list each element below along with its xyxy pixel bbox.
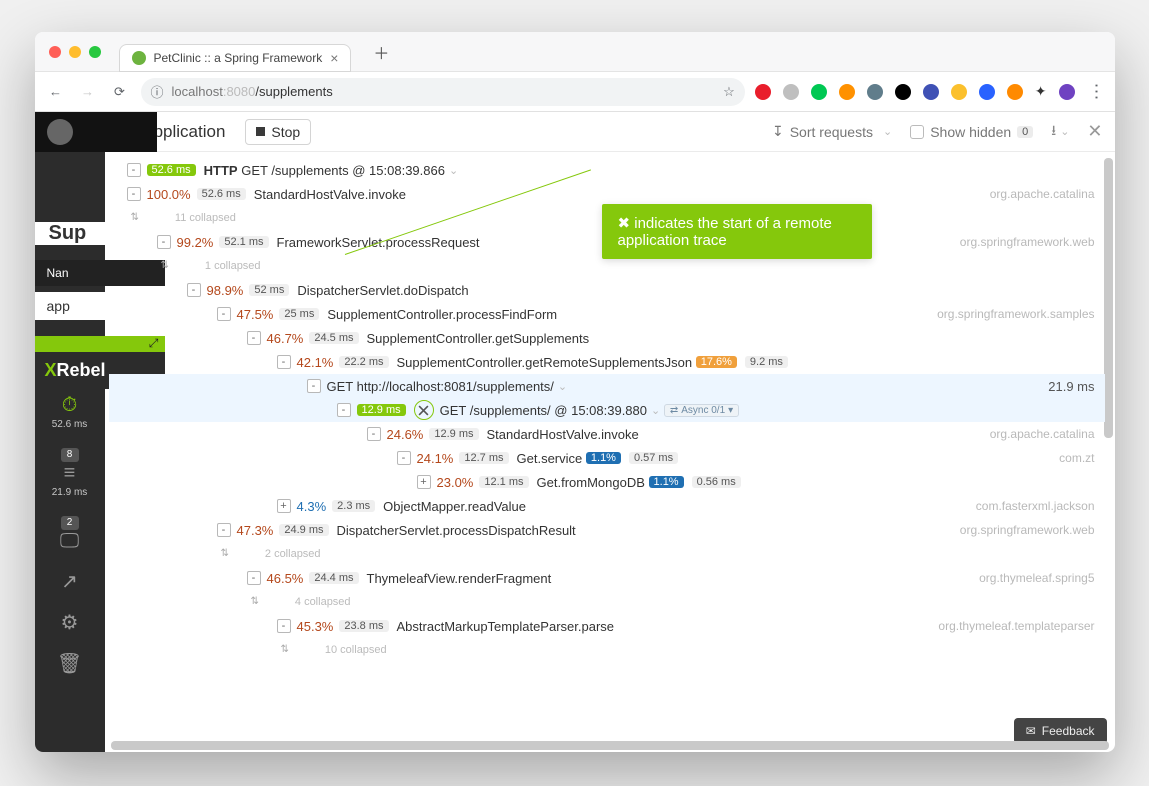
content-area: Sup Nan app ⤢ XRebel ⏱ 52.6 ms 8 ≡ 21.9 …	[35, 112, 1115, 752]
tab-title: PetClinic :: a Spring Framework	[154, 51, 323, 65]
extension-icon[interactable]	[839, 84, 855, 100]
trace-row[interactable]: - 24.6% 12.9 ms StandardHostValve.invoke…	[109, 422, 1105, 446]
mac-titlebar: PetClinic :: a Spring Framework × ＋	[35, 32, 1115, 72]
window-minimize-button[interactable]	[69, 46, 81, 58]
sidebar-item-sessions[interactable]: 2 🖵	[35, 506, 105, 561]
stop-button[interactable]: Stop	[245, 119, 311, 145]
traffic-lights	[49, 46, 101, 58]
browser-window: PetClinic :: a Spring Framework × ＋ ← → …	[35, 32, 1115, 752]
stopwatch-icon: ⏱	[35, 394, 105, 417]
extension-icon[interactable]	[951, 84, 967, 100]
extension-icon[interactable]	[755, 84, 771, 100]
tab-favicon-icon	[132, 51, 146, 65]
sidebar-item-settings[interactable]: ⚙	[35, 604, 105, 643]
new-tab-button[interactable]: ＋	[369, 40, 393, 64]
trace-row[interactable]: - 24.1% 12.7 ms Get.service 1.1% 0.57 ms…	[109, 446, 1105, 470]
site-header-peek	[35, 112, 157, 152]
main-panel: ⇪ Application Stop ↧ Sort requests ⌄ Sho…	[105, 112, 1115, 752]
chevron-down-icon[interactable]: ⌄	[449, 164, 458, 177]
collapse-toggle[interactable]: -	[127, 187, 141, 201]
chrome-menu-button[interactable]: ⋯	[1085, 83, 1106, 101]
annotation-callout: ✖ indicates the start of a remote applic…	[602, 204, 872, 259]
monitor-icon: 🖵	[35, 530, 105, 553]
sidebar-item-timer[interactable]: ⏱ 52.6 ms	[35, 388, 105, 436]
sort-icon: ↧	[772, 123, 784, 140]
close-panel-button[interactable]: ✕	[1087, 121, 1102, 142]
app-toolbar: ⇪ Application Stop ↧ Sort requests ⌄ Sho…	[105, 112, 1115, 152]
remote-trace-start-icon	[414, 400, 434, 420]
extension-icons: ✦ ⋯	[755, 81, 1105, 102]
extension-icon[interactable]	[923, 84, 939, 100]
profile-avatar-icon[interactable]	[1059, 84, 1075, 100]
trace-row[interactable]: + 23.0% 12.1 ms Get.fromMongoDB 1.1% 0.5…	[109, 470, 1105, 494]
trace-row[interactable]: - 98.9% 52 ms DispatcherServlet.doDispat…	[109, 278, 1105, 302]
sort-requests-button[interactable]: ↧ Sort requests ⌄	[772, 123, 892, 140]
chevron-down-icon: ⌄	[883, 125, 892, 138]
browser-tab[interactable]: PetClinic :: a Spring Framework ×	[119, 44, 352, 72]
remote-trace-icon: ✖	[618, 215, 631, 232]
checkbox-icon	[910, 125, 924, 139]
stop-icon	[256, 127, 265, 136]
trace-row[interactable]: - 46.7% 24.5 ms SupplementController.get…	[109, 326, 1105, 350]
trace-tree[interactable]: ✖ indicates the start of a remote applic…	[105, 152, 1115, 752]
toolbar-right: ↧ Sort requests ⌄ Show hidden 0 ⭳⌄ ✕	[772, 120, 1103, 144]
extension-icon[interactable]	[783, 84, 799, 100]
chevron-down-icon[interactable]: ⌄	[558, 380, 567, 393]
url-bar[interactable]: ⓘ localhost:8080/supplements ☆	[141, 78, 745, 106]
envelope-icon: ✉	[1026, 724, 1036, 738]
trace-row[interactable]: + 4.3% 2.3 ms ObjectMapper.readValue com…	[109, 494, 1105, 518]
extension-icon[interactable]	[811, 84, 827, 100]
trace-row[interactable]: - 45.3% 23.8 ms AbstractMarkupTemplatePa…	[109, 614, 1105, 638]
trace-root-row[interactable]: - 52.6 ms HTTP GET /supplements @ 15:08:…	[109, 158, 1105, 182]
extension-icon[interactable]	[895, 84, 911, 100]
trash-icon: 🗑	[35, 651, 105, 676]
trace-row[interactable]: - 47.5% 25 ms SupplementController.proce…	[109, 302, 1105, 326]
external-link-icon: ↗	[35, 569, 105, 594]
sidebar-item-io[interactable]: 8 ≡ 21.9 ms	[35, 438, 105, 504]
window-maximize-button[interactable]	[89, 46, 101, 58]
trace-row-remote-start[interactable]: - 12.9 ms GET /supplements/ @ 15:08:39.8…	[109, 398, 1105, 422]
back-button[interactable]: ←	[45, 81, 67, 103]
async-badge[interactable]: ⇄ Async 0/1 ▾	[664, 404, 739, 417]
trace-row[interactable]: - 42.1% 22.2 ms SupplementController.get…	[109, 350, 1105, 374]
trace-row-remote-call[interactable]: - GET http://localhost:8081/supplements/…	[109, 374, 1105, 398]
xrebel-sidebar: Sup Nan app ⤢ XRebel ⏱ 52.6 ms 8 ≡ 21.9 …	[35, 112, 105, 752]
gear-icon: ⚙	[35, 610, 105, 635]
sidebar-item-external[interactable]: ↗	[35, 563, 105, 602]
extensions-puzzle-icon[interactable]: ✦	[1035, 83, 1047, 100]
download-button[interactable]: ⭳⌄	[1051, 120, 1069, 144]
trace-row[interactable]: - 100.0% 52.6 ms StandardHostValve.invok…	[109, 182, 1105, 206]
url-port: :8080	[223, 84, 256, 99]
info-icon[interactable]: ⓘ	[151, 82, 164, 101]
extension-icon[interactable]	[979, 84, 995, 100]
chrome-toolbar: ← → ⟳ ⓘ localhost:8080/supplements ☆ ✦ ⋯	[35, 72, 1115, 112]
sidebar-item-trash[interactable]: 🗑	[35, 645, 105, 684]
extension-icon[interactable]	[867, 84, 883, 100]
url-path: /supplements	[255, 84, 332, 99]
show-hidden-toggle[interactable]: Show hidden 0	[910, 124, 1033, 140]
chevron-down-icon: ⌄	[1060, 126, 1069, 138]
window-close-button[interactable]	[49, 46, 61, 58]
chevron-down-icon[interactable]: ⌄	[651, 404, 660, 417]
trace-row[interactable]: - 46.5% 24.4 ms ThymeleafView.renderFrag…	[109, 566, 1105, 590]
forward-button: →	[77, 81, 99, 103]
horizontal-scrollbar[interactable]	[111, 741, 1109, 750]
extension-icon[interactable]	[1007, 84, 1023, 100]
trace-row[interactable]: - 47.3% 24.9 ms DispatcherServlet.proces…	[109, 518, 1105, 542]
tab-close-icon[interactable]: ×	[330, 50, 338, 66]
database-stack-icon: ≡	[35, 462, 105, 485]
vertical-scrollbar[interactable]	[1104, 158, 1113, 438]
sidebar-nav: ⏱ 52.6 ms 8 ≡ 21.9 ms 2 🖵 ↗ ⚙	[35, 388, 105, 684]
reload-button[interactable]: ⟳	[109, 81, 131, 103]
collapse-toggle[interactable]: -	[127, 163, 141, 177]
bookmark-star-icon[interactable]: ☆	[723, 84, 735, 100]
url-host: localhost	[172, 84, 223, 99]
